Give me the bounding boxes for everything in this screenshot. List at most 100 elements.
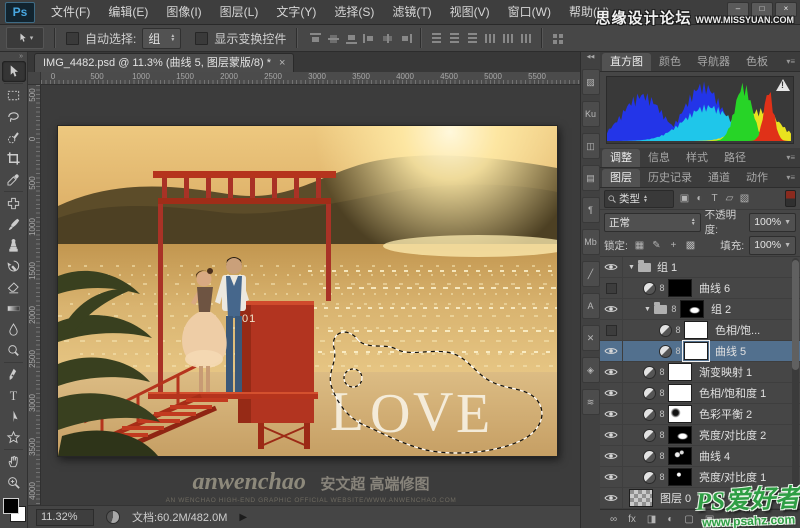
toolbar-collapse-icon[interactable]: » — [0, 52, 27, 61]
brush-tool[interactable] — [2, 214, 26, 235]
tab-1[interactable]: 颜色 — [651, 53, 689, 71]
foreground-color-swatch[interactable] — [3, 498, 19, 514]
adjustment-layer-icon[interactable] — [643, 282, 656, 295]
adjustment-layer-icon[interactable] — [643, 429, 656, 442]
lock-transparency-icon[interactable]: ▦ — [633, 240, 646, 251]
zoom-level-field[interactable]: 11.32% — [36, 509, 94, 526]
layer-row-2[interactable]: ▼8组 2 — [600, 299, 800, 320]
healing-brush-tool[interactable] — [2, 193, 26, 214]
dodge-tool[interactable] — [2, 340, 26, 361]
crop-tool[interactable] — [2, 148, 26, 169]
brush-panel-icon[interactable]: ╱ — [582, 261, 600, 287]
mask-link-icon[interactable]: 8 — [658, 430, 666, 440]
eraser-tool[interactable] — [2, 277, 26, 298]
paragraph-panel-icon[interactable]: ¶ — [582, 197, 600, 223]
group-expander-icon[interactable]: ▼ — [628, 264, 635, 271]
visibility-eye-icon[interactable] — [600, 467, 623, 487]
lock-all-icon[interactable]: ▩ — [684, 240, 697, 251]
filter-shape-layers-icon[interactable]: ▱ — [723, 193, 736, 204]
zoom-tool[interactable] — [2, 472, 26, 493]
layer-row-7[interactable]: 8色彩平衡 2 — [600, 404, 800, 425]
visibility-eye-icon[interactable] — [600, 299, 623, 319]
align-auto-icon[interactable] — [550, 32, 565, 45]
mask-link-icon[interactable]: 8 — [674, 325, 682, 335]
mask-thumbnail[interactable] — [680, 300, 704, 318]
align-c-icon[interactable] — [380, 32, 395, 45]
filter-adjustment-layers-icon[interactable]: ◐ — [693, 193, 706, 204]
character-panel-icon[interactable]: A — [582, 293, 600, 319]
mask-link-icon[interactable]: 8 — [658, 367, 666, 377]
tab-1[interactable]: 历史记录 — [640, 169, 700, 187]
adjustment-layer-icon[interactable] — [643, 471, 656, 484]
align-dh-icon[interactable] — [501, 32, 516, 45]
filter-pixel-layers-icon[interactable]: ▣ — [678, 193, 691, 204]
tab-2[interactable]: 导航器 — [689, 53, 738, 71]
mask-link-icon[interactable]: 8 — [658, 409, 666, 419]
fill-field[interactable]: 100% ▼ — [749, 236, 796, 255]
eyedropper-tool[interactable] — [2, 169, 26, 190]
mask-thumbnail[interactable] — [684, 342, 708, 360]
align-b-icon[interactable] — [344, 32, 359, 45]
adjustment-layer-icon[interactable] — [643, 387, 656, 400]
measurement-log-panel-icon[interactable]: Mb — [582, 229, 600, 255]
history-brush-tool[interactable] — [2, 256, 26, 277]
tab-0[interactable]: 图层 — [602, 169, 640, 187]
menu-item-2[interactable]: 图像(I) — [157, 0, 210, 24]
align-l-icon[interactable] — [362, 32, 377, 45]
mask-thumbnail[interactable] — [668, 468, 692, 486]
visibility-hidden-box[interactable] — [600, 320, 623, 340]
lasso-tool[interactable] — [2, 106, 26, 127]
align-t-icon[interactable] — [308, 32, 323, 45]
menu-item-8[interactable]: 窗口(W) — [499, 0, 560, 24]
gradient-tool[interactable] — [2, 298, 26, 319]
dock-collapse-icon[interactable]: ◀◀ — [581, 52, 600, 63]
mask-thumbnail[interactable] — [668, 426, 692, 444]
visibility-eye-icon[interactable] — [600, 341, 623, 361]
tab-3[interactable]: 色板 — [738, 53, 776, 71]
opacity-field[interactable]: 100% ▼ — [749, 213, 796, 232]
rect-marquee-tool[interactable] — [2, 85, 26, 106]
panel-menu-icon[interactable]: ▾≡ — [781, 169, 800, 187]
align-r-icon[interactable] — [398, 32, 413, 45]
adjustment-layer-icon[interactable] — [659, 324, 672, 337]
mask-thumbnail[interactable] — [668, 279, 692, 297]
menu-item-0[interactable]: 文件(F) — [42, 0, 99, 24]
blend-mode-dropdown[interactable]: 正常 ▲▼ — [604, 213, 701, 232]
mask-thumbnail[interactable] — [668, 405, 692, 423]
layer-filter-dropdown[interactable]: 类型 ▲▼ — [604, 190, 674, 208]
lock-position-icon[interactable]: + — [667, 240, 680, 251]
layer-comps-panel-icon[interactable]: ◫ — [582, 133, 600, 159]
blur-tool[interactable] — [2, 319, 26, 340]
layer-thumbnail[interactable] — [629, 489, 653, 507]
mask-thumbnail[interactable] — [668, 363, 692, 381]
visibility-eye-icon[interactable] — [600, 488, 623, 508]
align-dh-icon[interactable] — [519, 32, 534, 45]
layer-row-0[interactable]: ▼组 1 — [600, 257, 800, 278]
visibility-eye-icon[interactable] — [600, 404, 623, 424]
visibility-eye-icon[interactable] — [600, 257, 623, 277]
align-dh-icon[interactable] — [483, 32, 498, 45]
clone-stamp-tool[interactable] — [2, 235, 26, 256]
align-dv-icon[interactable] — [447, 32, 462, 45]
mask-thumbnail[interactable] — [668, 384, 692, 402]
menu-item-1[interactable]: 编辑(E) — [99, 0, 157, 24]
layer-row-3[interactable]: 8色相/饱... — [600, 320, 800, 341]
tab-close-icon[interactable]: × — [279, 54, 285, 73]
photo-canvas[interactable]: 01 — [57, 125, 558, 457]
mask-link-icon[interactable]: 8 — [674, 346, 682, 356]
mask-link-icon[interactable]: 8 — [670, 304, 678, 314]
layer-filter-toggle[interactable] — [785, 190, 796, 207]
adjustment-layer-icon[interactable] — [643, 366, 656, 379]
link-layers-icon[interactable]: ∞ — [610, 514, 617, 525]
shape-tool[interactable] — [2, 427, 26, 448]
mask-link-icon[interactable]: 8 — [658, 451, 666, 461]
layer-row-9[interactable]: 8曲线 4 — [600, 446, 800, 467]
auto-select-dropdown[interactable]: 组 ▲▼ — [142, 28, 181, 49]
notes-panel-icon[interactable]: ▤ — [582, 165, 600, 191]
quick-select-tool[interactable] — [2, 127, 26, 148]
tab-0[interactable]: 直方图 — [602, 53, 651, 71]
menu-item-7[interactable]: 视图(V) — [441, 0, 499, 24]
visibility-eye-icon[interactable] — [600, 362, 623, 382]
visibility-eye-icon[interactable] — [600, 425, 623, 445]
new-group-icon[interactable]: ▢ — [684, 514, 693, 525]
